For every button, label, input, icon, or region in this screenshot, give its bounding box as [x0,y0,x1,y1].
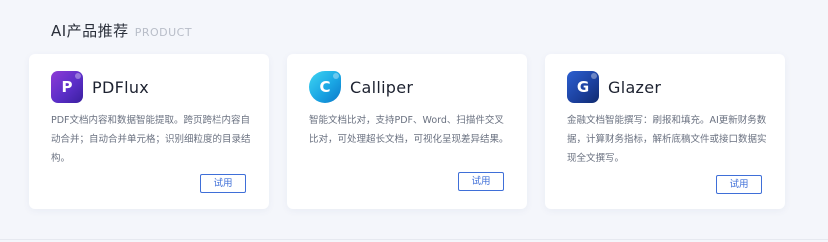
divider [0,239,828,240]
glazer-logo-icon: G [567,71,599,103]
section-subtitle: PRODUCT [134,26,193,39]
product-card-calliper: C Calliper 智能文档比对，支持PDF、Word、扫描件交叉比对，可处理… [287,54,527,209]
product-name: PDFlux [92,77,150,97]
product-card-glazer: G Glazer 金融文档智能撰写：刷报和填充。AI更新财务数据，计算财务指标，… [545,54,785,209]
try-button[interactable]: 试用 [716,175,762,194]
product-name: Glazer [608,77,662,97]
product-description: PDF文档内容和数据智能提取。跨页跨栏内容自动合并；自动合并单元格；识别细粒度的… [51,115,251,164]
card-header: P PDFlux [51,71,149,103]
section-header: AI产品推荐 PRODUCT [51,20,192,41]
section-title: AI产品推荐 [51,22,129,40]
product-description: 金融文档智能撰写：刷报和填充。AI更新财务数据，计算财务指标，解析底稿文件或接口… [567,115,767,164]
calliper-logo-icon: C [309,71,341,103]
card-header: C Calliper [309,71,413,103]
product-card-pdfflux: P PDFlux PDF文档内容和数据智能提取。跨页跨栏内容自动合并；自动合并单… [29,54,269,209]
pdfflux-logo-icon: P [51,71,83,103]
product-description: 智能文档比对，支持PDF、Word、扫描件交叉比对，可处理超长文档，可视化呈现差… [309,115,509,145]
try-button[interactable]: 试用 [458,172,504,191]
try-button[interactable]: 试用 [200,174,246,193]
card-header: G Glazer [567,71,661,103]
product-name: Calliper [350,77,414,97]
